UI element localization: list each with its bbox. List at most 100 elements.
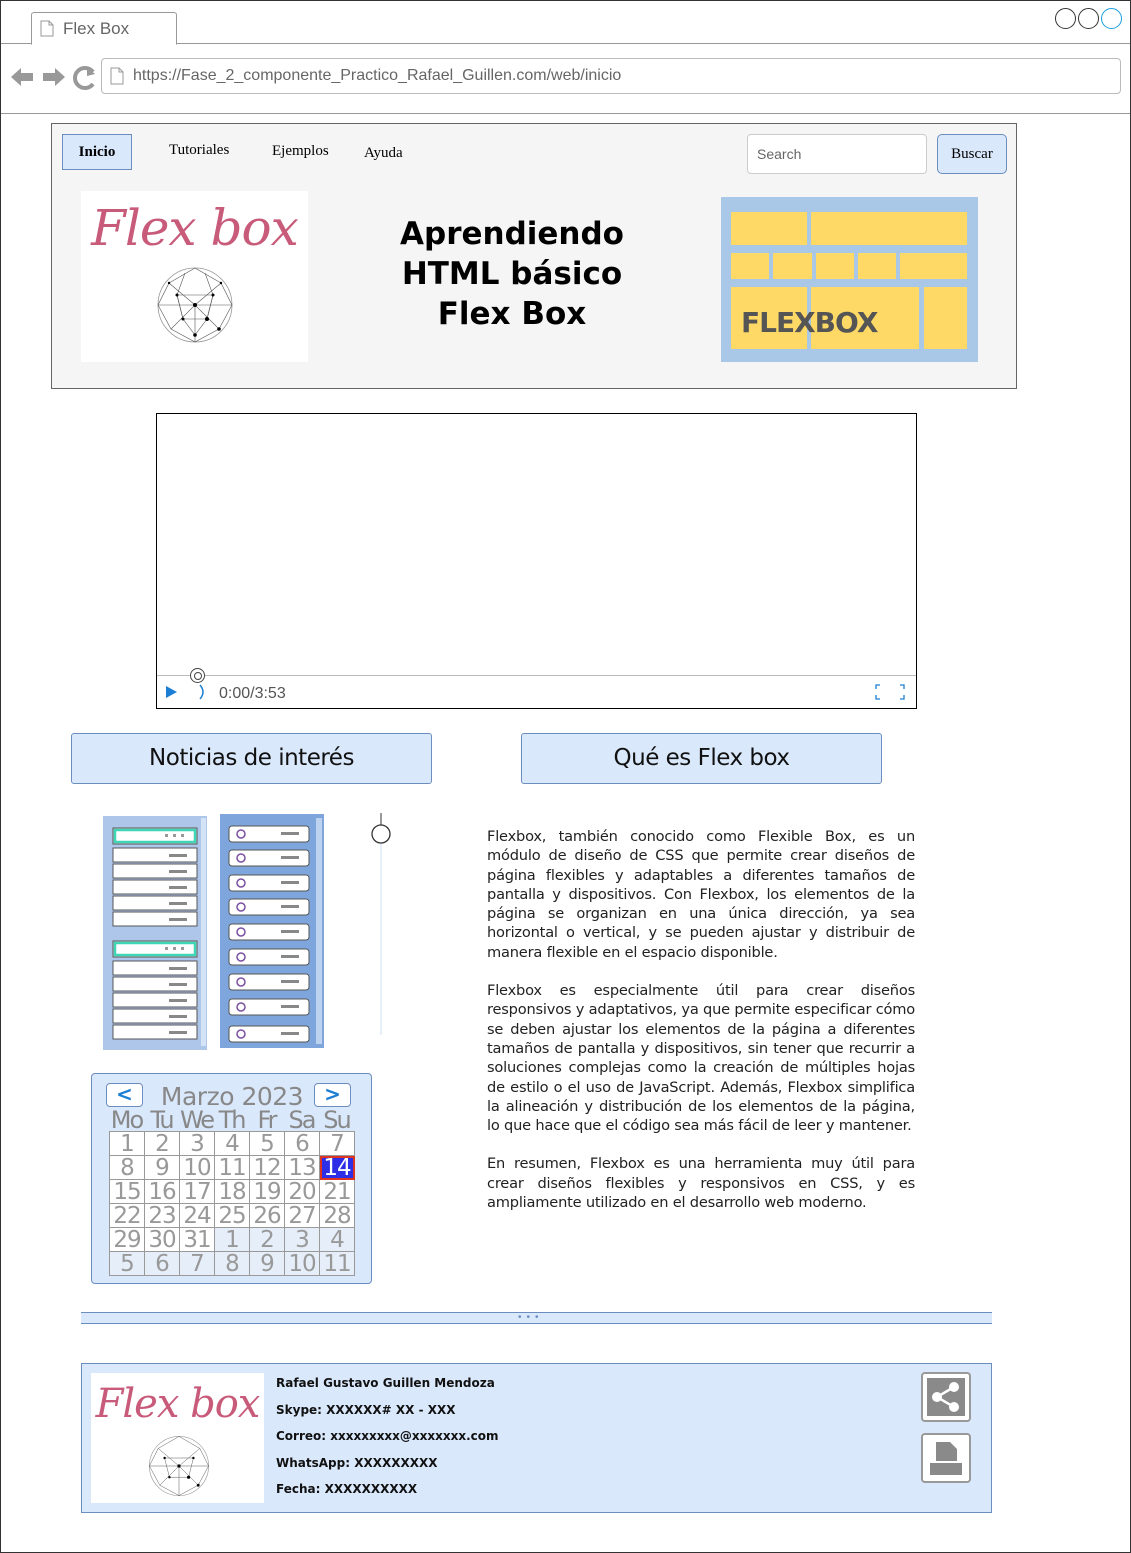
date-field: Fecha: XXXXXXXXXX xyxy=(276,1482,418,1496)
nav-tutoriales[interactable]: Tutoriales xyxy=(169,142,229,159)
calendar-day[interactable]: 24 xyxy=(180,1204,215,1228)
weekday-label: Su xyxy=(323,1106,351,1134)
flexbox-graphic: FLEXBOX xyxy=(721,197,978,362)
fullscreen-icon[interactable] xyxy=(875,684,905,700)
flexbox-label: FLEXBOX xyxy=(741,306,878,339)
calendar-next-button[interactable]: > xyxy=(314,1083,351,1107)
author-name: Rafael Gustavo Guillen Mendoza xyxy=(276,1376,495,1390)
address-bar-area: https://Fase_2_componente_Practico_Rafae… xyxy=(1,44,1130,114)
search-input[interactable] xyxy=(747,134,927,174)
flexbox-article: Flexbox, también conocido como Flexible … xyxy=(487,827,915,1231)
calendar-day[interactable]: 2 xyxy=(250,1228,285,1252)
calendar-day[interactable]: 25 xyxy=(215,1204,250,1228)
calendar-day[interactable]: 13 xyxy=(285,1156,320,1180)
que-es-flexbox-button[interactable]: Qué es Flex box xyxy=(521,733,882,784)
calendar-day[interactable]: 3 xyxy=(285,1228,320,1252)
nav-ejemplos[interactable]: Ejemplos xyxy=(272,143,329,160)
calendar-weekdays: Mo Tu We Th Fr Sa Su xyxy=(109,1107,354,1133)
maximize-button[interactable] xyxy=(1078,8,1099,29)
hero-line: HTML básico xyxy=(401,256,623,292)
calendar-day[interactable]: 22 xyxy=(110,1204,145,1228)
url-bar[interactable]: https://Fase_2_componente_Practico_Rafae… xyxy=(101,58,1121,94)
search-button[interactable]: Buscar xyxy=(937,134,1007,174)
window-controls xyxy=(1055,8,1122,29)
page-icon xyxy=(110,67,124,85)
calendar-day[interactable]: 6 xyxy=(285,1132,320,1156)
close-button[interactable] xyxy=(1101,8,1122,29)
calendar-day[interactable]: 3 xyxy=(180,1132,215,1156)
calendar-day[interactable]: 10 xyxy=(180,1156,215,1180)
reload-icon[interactable] xyxy=(73,66,95,90)
video-player[interactable]: 0:00/3:53 xyxy=(156,413,917,709)
calendar-day[interactable]: 9 xyxy=(145,1156,180,1180)
video-progress-track[interactable] xyxy=(157,675,916,676)
sphere-network-icon xyxy=(157,267,233,343)
calendar-day[interactable]: 11 xyxy=(215,1156,250,1180)
article-paragraph: En resumen, Flexbox es una herramienta m… xyxy=(487,1155,915,1212)
share-button[interactable] xyxy=(921,1372,971,1422)
calendar-day[interactable]: 7 xyxy=(320,1132,355,1156)
vertical-slider[interactable] xyxy=(371,813,391,1038)
calendar-day[interactable]: 21 xyxy=(320,1180,355,1204)
calendar-day[interactable]: 5 xyxy=(110,1252,145,1276)
calendar-day[interactable]: 8 xyxy=(110,1156,145,1180)
calendar-day[interactable]: 12 xyxy=(250,1156,285,1180)
calendar-day[interactable]: 4 xyxy=(215,1132,250,1156)
calendar-day[interactable]: 16 xyxy=(145,1180,180,1204)
tab-title: Flex Box xyxy=(63,19,130,38)
calendar-day[interactable]: 14 xyxy=(320,1156,355,1180)
article-paragraph: Flexbox es especialmente útil para crear… xyxy=(487,982,915,1135)
footer-logo-text: Flex box xyxy=(95,1381,261,1427)
url-text: https://Fase_2_componente_Practico_Rafae… xyxy=(133,67,622,84)
whatsapp-contact: WhatsApp: XXXXXXXXX xyxy=(276,1455,438,1470)
weekday-label: Fr xyxy=(257,1106,278,1134)
minimize-button[interactable] xyxy=(1055,8,1076,29)
calendar-day[interactable]: 17 xyxy=(180,1180,215,1204)
nav-inicio[interactable]: Inicio xyxy=(62,134,132,170)
calendar-day[interactable]: 28 xyxy=(320,1204,355,1228)
calendar-day[interactable]: 4 xyxy=(320,1228,355,1252)
resize-divider[interactable]: ••• xyxy=(81,1312,992,1324)
calendar-day[interactable]: 26 xyxy=(250,1204,285,1228)
video-progress-handle[interactable] xyxy=(190,668,205,683)
calendar-day[interactable]: 2 xyxy=(145,1132,180,1156)
share-icon xyxy=(927,1378,965,1416)
server-racks-image xyxy=(103,814,324,1050)
calendar-day[interactable]: 23 xyxy=(145,1204,180,1228)
calendar-grid: 1 2 3 4 5 6 7 8 9 10 11 12 13 14 15 16 17 18 19 20 21 22 23 24 2… xyxy=(109,1131,355,1276)
calendar-day[interactable]: 5 xyxy=(250,1132,285,1156)
site-footer: Flex box Rafael Gustavo Guillen Mendoza … xyxy=(81,1363,992,1513)
calendar-day[interactable]: 15 xyxy=(110,1180,145,1204)
browser-tab[interactable]: Flex Box xyxy=(31,12,177,45)
play-icon[interactable] xyxy=(166,686,177,698)
calendar-day[interactable]: 29 xyxy=(110,1228,145,1252)
contact-info: Rafael Gustavo Guillen Mendoza Skype: XX… xyxy=(276,1376,499,1509)
calendar-day[interactable]: 31 xyxy=(180,1228,215,1252)
site-header: Inicio Tutoriales Ejemplos Ayuda Buscar … xyxy=(51,123,1017,389)
noticias-button[interactable]: Noticias de interés xyxy=(71,733,432,784)
print-button[interactable] xyxy=(921,1433,971,1483)
forward-arrow-icon[interactable] xyxy=(43,68,65,86)
calendar-day[interactable]: 30 xyxy=(145,1228,180,1252)
divider-handle-icon: ••• xyxy=(518,1312,544,1323)
calendar-day[interactable]: 19 xyxy=(250,1180,285,1204)
calendar-day[interactable]: 8 xyxy=(215,1252,250,1276)
calendar: < Marzo 2023 > Mo Tu We Th Fr Sa Su 1234… xyxy=(91,1073,372,1284)
calendar-day[interactable]: 6 xyxy=(145,1252,180,1276)
calendar-day[interactable]: 11 xyxy=(320,1252,355,1276)
volume-icon[interactable] xyxy=(199,684,207,700)
hero-line: Aprendiendo xyxy=(400,216,624,252)
nav-ayuda[interactable]: Ayuda xyxy=(364,145,403,162)
calendar-prev-button[interactable]: < xyxy=(106,1083,143,1107)
calendar-day[interactable]: 18 xyxy=(215,1180,250,1204)
video-time: 0:00/3:53 xyxy=(219,685,286,702)
calendar-day[interactable]: 27 xyxy=(285,1204,320,1228)
calendar-day[interactable]: 1 xyxy=(110,1132,145,1156)
calendar-day[interactable]: 7 xyxy=(180,1252,215,1276)
calendar-day[interactable]: 20 xyxy=(285,1180,320,1204)
back-arrow-icon[interactable] xyxy=(11,68,33,86)
logo: Flex box xyxy=(81,191,308,362)
calendar-day[interactable]: 9 xyxy=(250,1252,285,1276)
calendar-day[interactable]: 10 xyxy=(285,1252,320,1276)
calendar-day[interactable]: 1 xyxy=(215,1228,250,1252)
